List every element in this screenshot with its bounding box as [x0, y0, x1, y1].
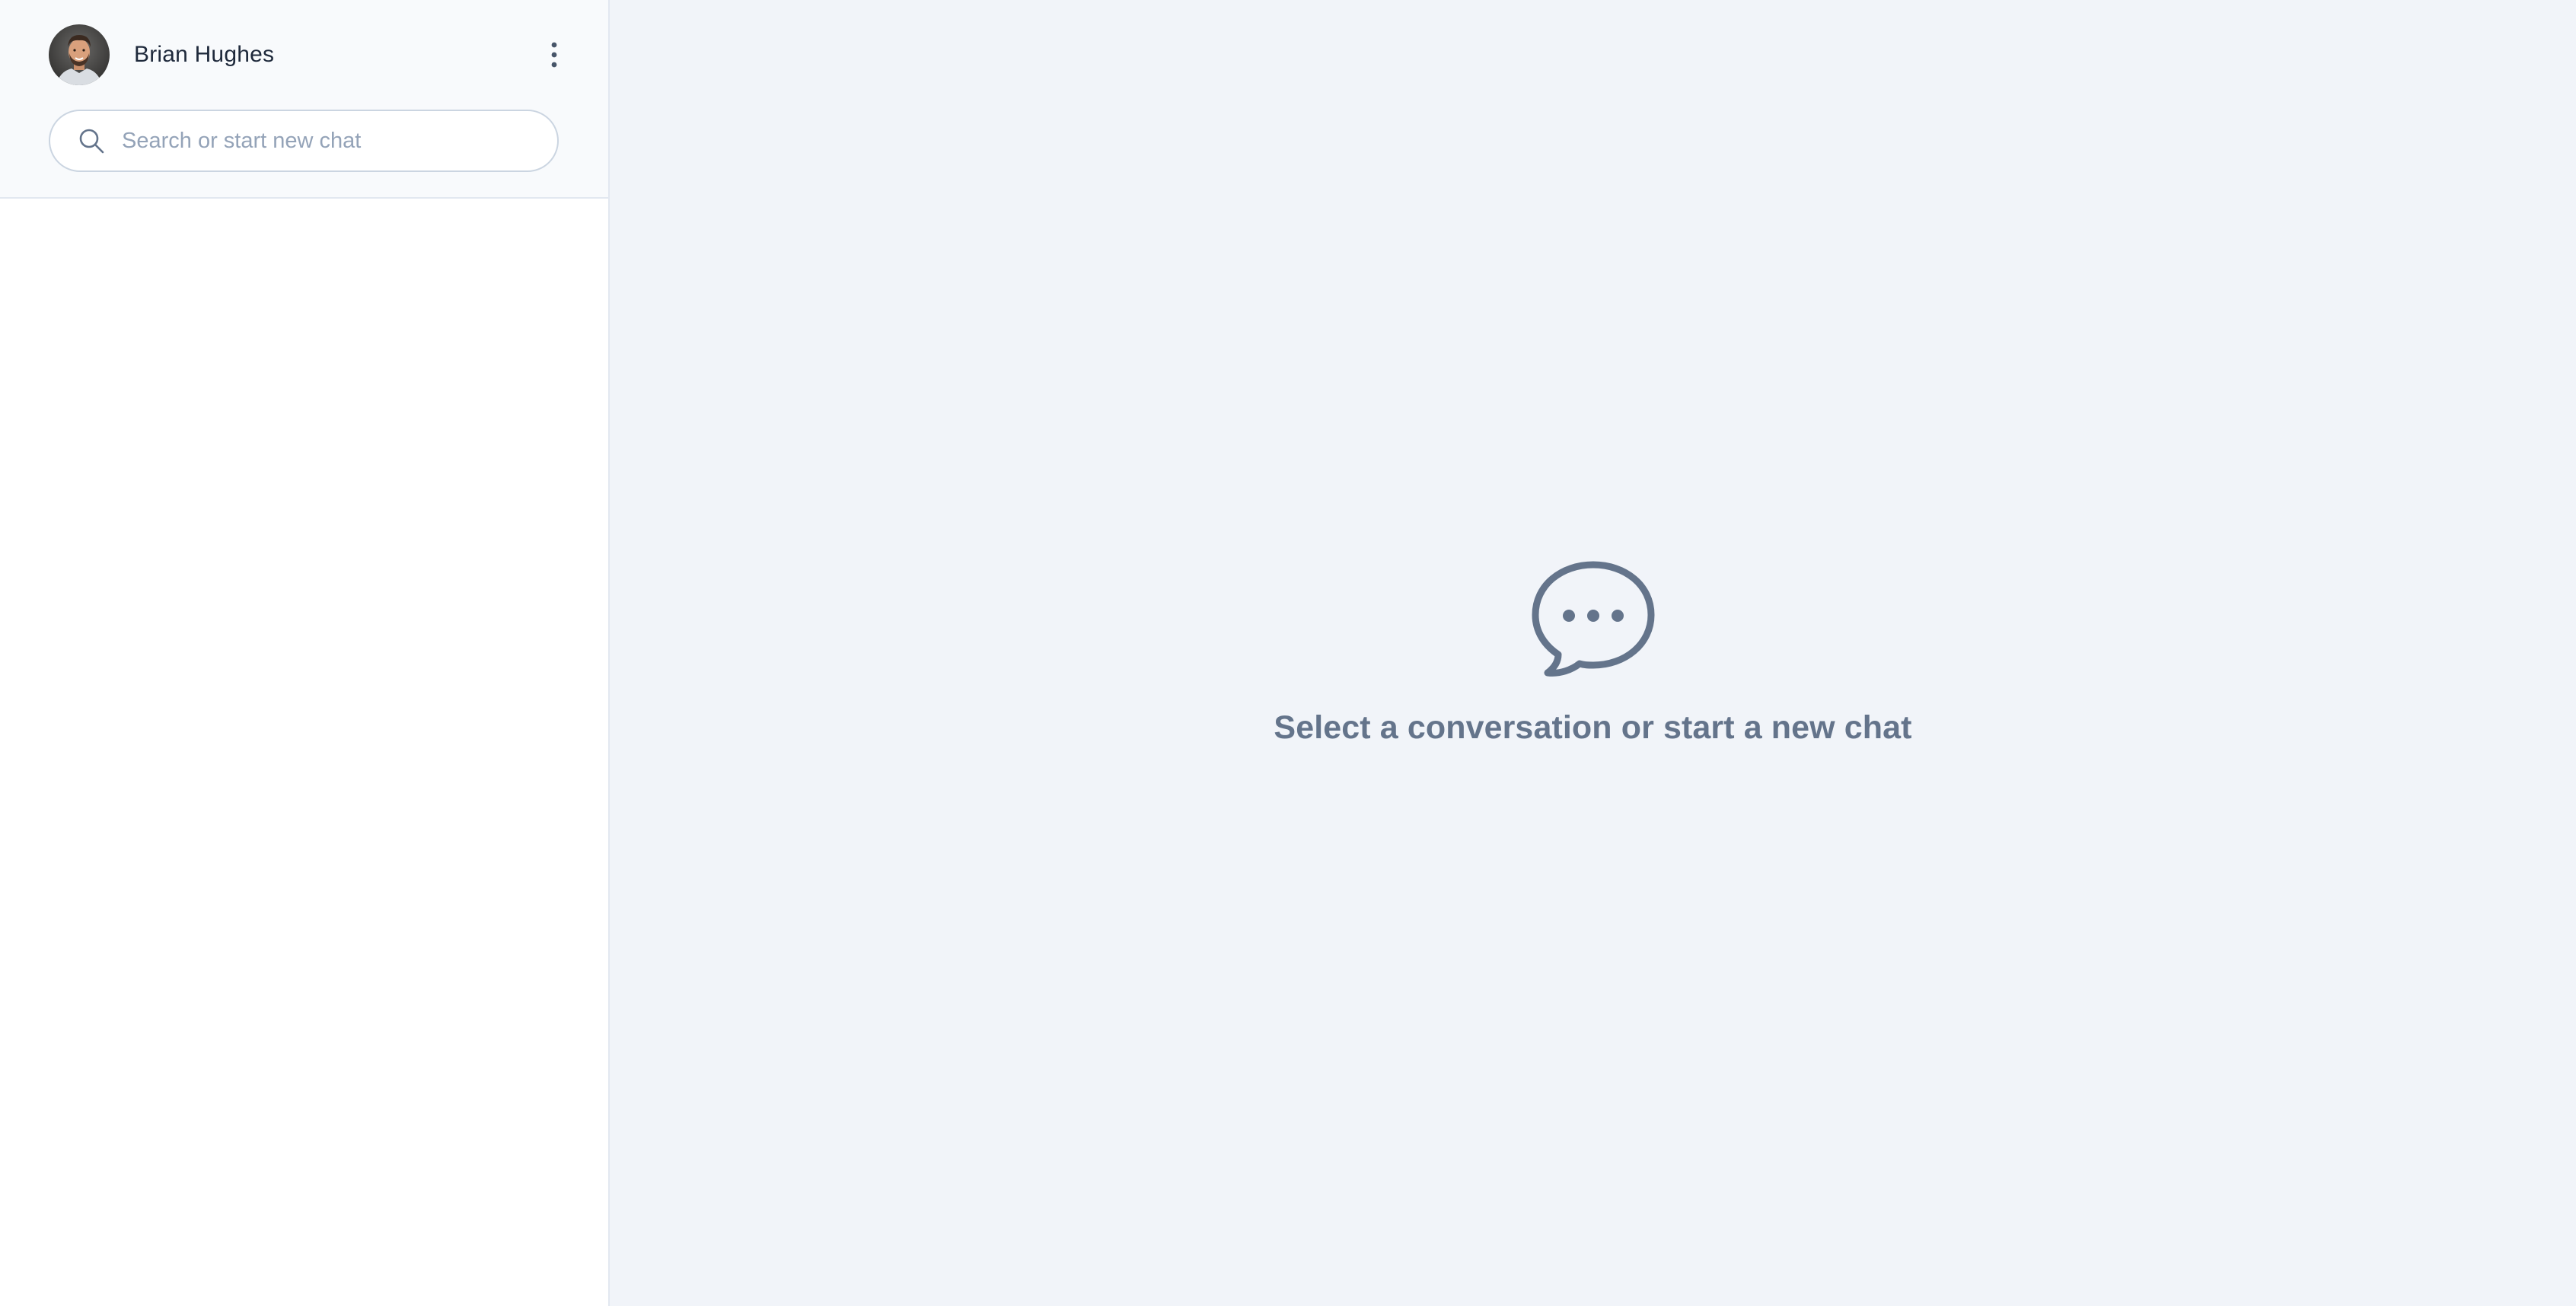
- chat-app: Brian Hughes Search or start new chat Se…: [0, 0, 2576, 1306]
- avatar[interactable]: [49, 24, 110, 85]
- sidebar-header: Brian Hughes: [0, 0, 608, 199]
- more-options-button[interactable]: [540, 37, 568, 73]
- empty-state: Select a conversation or start a new cha…: [610, 560, 2576, 747]
- sidebar: Brian Hughes: [0, 0, 610, 1306]
- more-vertical-icon: [551, 42, 557, 68]
- search-box[interactable]: [49, 110, 559, 172]
- user-name: Brian Hughes: [134, 42, 275, 67]
- conversation-panel: Select a conversation or start a new cha…: [610, 0, 2576, 1306]
- empty-state-message: Select a conversation or start a new cha…: [1274, 709, 1912, 746]
- search-icon: [76, 126, 107, 156]
- search-input[interactable]: [120, 117, 534, 164]
- user-profile[interactable]: Brian Hughes: [49, 24, 274, 85]
- avatar-image: [49, 24, 110, 85]
- chat-list: [0, 199, 608, 1306]
- chat-bubble-icon: [1532, 561, 1654, 677]
